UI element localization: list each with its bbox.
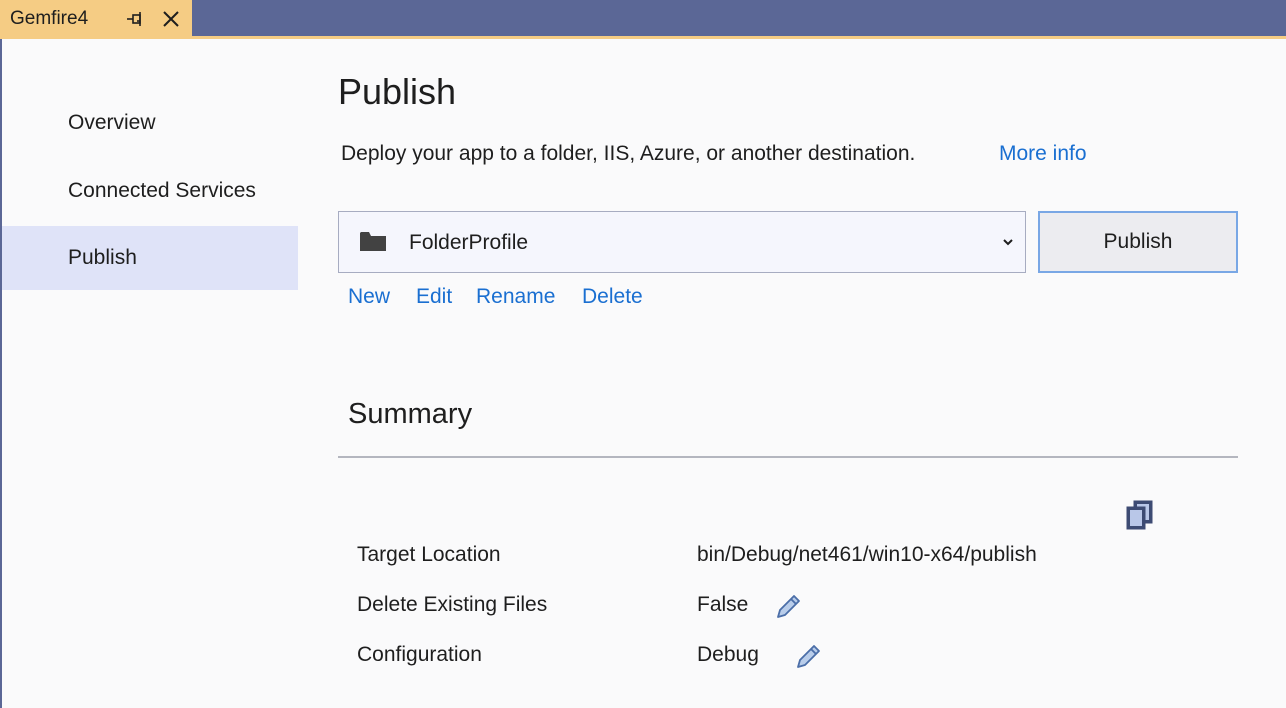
more-info-link[interactable]: More info (999, 142, 1087, 166)
sidebar-item-label: Overview (68, 111, 156, 134)
target-location-value: bin/Debug/net461/win10-x64/publish (697, 543, 1037, 566)
edit-profile-link[interactable]: Edit (416, 285, 452, 309)
configuration-value: Debug (697, 643, 759, 666)
page-description: Deploy your app to a folder, IIS, Azure,… (341, 142, 916, 165)
sidebar-item-publish[interactable]: Publish (2, 226, 298, 290)
folder-icon (359, 230, 387, 252)
profile-dropdown[interactable]: FolderProfile (338, 211, 1026, 273)
delete-existing-files-value: False (697, 593, 749, 616)
target-location-label: Target Location (357, 543, 501, 566)
page-title: Publish (338, 71, 457, 112)
publish-button[interactable]: Publish (1038, 211, 1238, 273)
sidebar-item-overview[interactable]: Overview (2, 91, 298, 155)
document-tab[interactable]: Gemfire4 (0, 0, 192, 38)
sidebar-item-label: Connected Services (68, 179, 256, 202)
copy-icon[interactable] (1124, 498, 1156, 532)
summary-title: Summary (348, 398, 473, 430)
delete-existing-files-label: Delete Existing Files (357, 593, 548, 616)
summary-divider (338, 456, 1238, 458)
tab-title: Gemfire4 (10, 8, 89, 29)
pencil-icon[interactable] (774, 590, 804, 620)
delete-profile-link[interactable]: Delete (582, 285, 643, 309)
sidebar-item-connected-services[interactable]: Connected Services (2, 159, 298, 223)
new-profile-link[interactable]: New (348, 285, 390, 309)
close-icon[interactable] (160, 8, 182, 30)
profile-name: FolderProfile (409, 231, 529, 254)
configuration-label: Configuration (357, 643, 482, 666)
sidebar-item-label: Publish (68, 246, 137, 269)
pin-icon[interactable] (124, 9, 146, 29)
document-tab-strip: Gemfire4 (0, 0, 1286, 39)
rename-profile-link[interactable]: Rename (476, 285, 555, 309)
chevron-down-icon (1001, 235, 1015, 247)
pencil-icon[interactable] (794, 640, 824, 670)
